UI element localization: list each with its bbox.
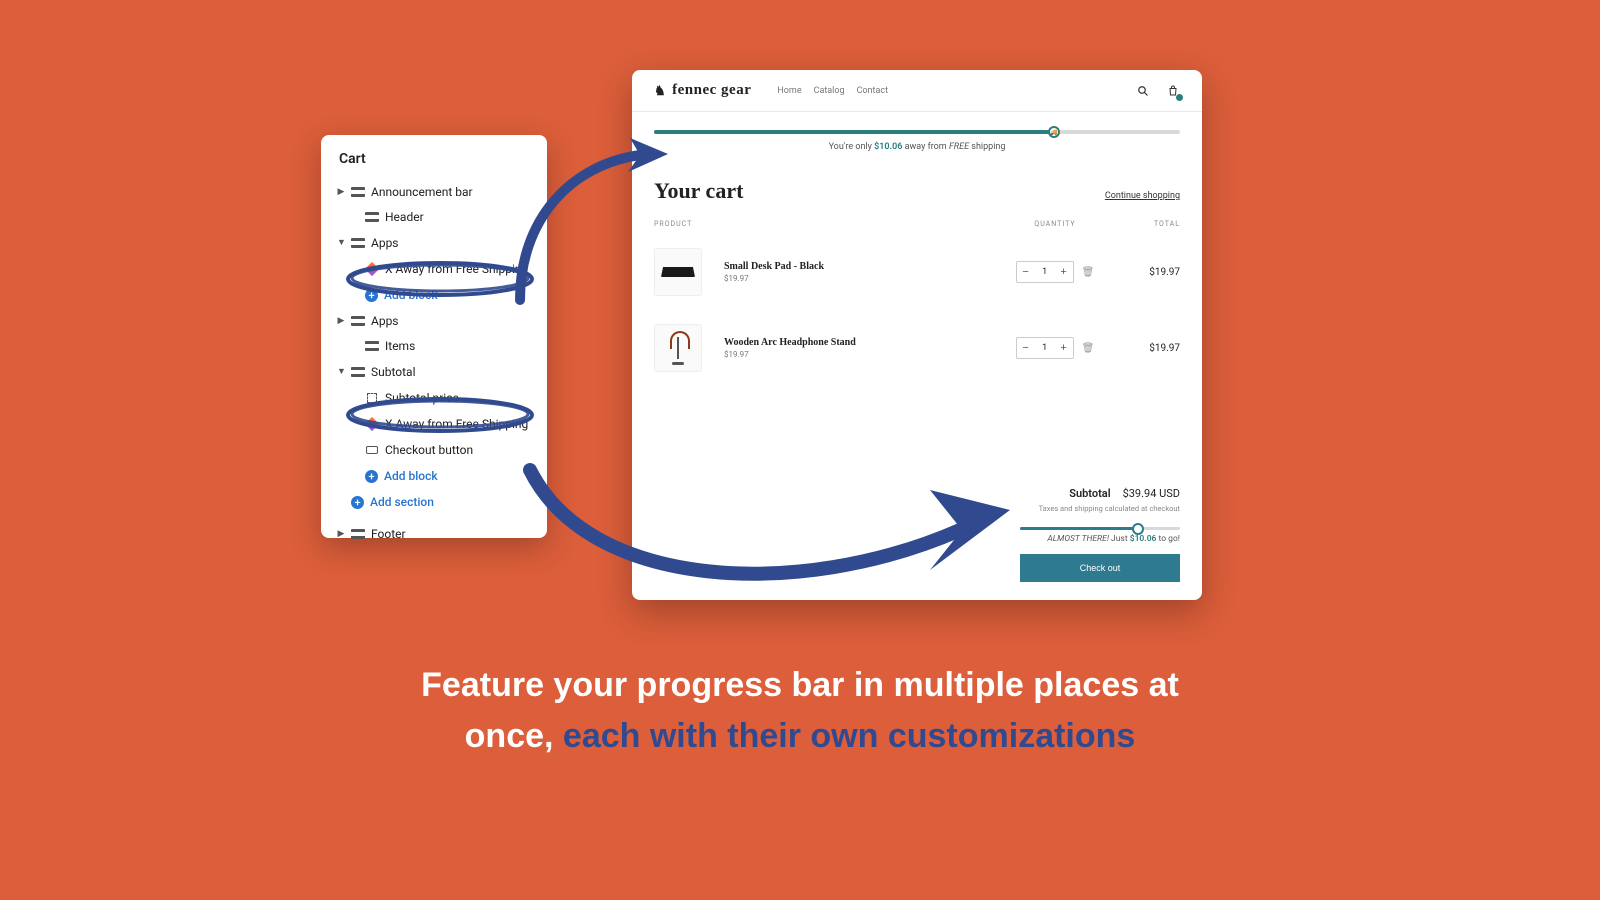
caret-right-icon: ▶ (337, 525, 345, 543)
nav-home[interactable]: Home (777, 86, 801, 96)
section-icon (351, 366, 365, 378)
progress-bar-top: 🚚 You're only $10.06 away from FREE ship… (632, 112, 1202, 162)
caret-right-icon: ▶ (337, 183, 345, 201)
remove-line-icon[interactable]: 🗑 (1082, 267, 1095, 278)
product-unit-price: $19.97 (724, 350, 990, 359)
store-brand[interactable]: ♞ fennec gear (654, 82, 751, 99)
outline-footer[interactable]: ▶ Footer (335, 521, 533, 547)
product-thumbnail[interactable] (654, 324, 702, 372)
quantity-stepper[interactable]: − 1 + (1016, 261, 1074, 283)
store-header: ♞ fennec gear Home Catalog Contact (632, 70, 1202, 112)
section-icon (351, 315, 365, 327)
qty-value: 1 (1035, 343, 1055, 353)
progress-text-bottom: ALMOST THERE! Just $10.06 to go! (654, 534, 1180, 544)
section-icon (351, 237, 365, 249)
search-icon[interactable] (1136, 84, 1150, 98)
tax-note: Taxes and shipping calculated at checkou… (654, 504, 1180, 513)
line-total: $19.97 (1120, 343, 1180, 354)
qty-value: 1 (1035, 267, 1055, 277)
remove-line-icon[interactable]: 🗑 (1082, 343, 1095, 354)
subtotal-label: Subtotal (1069, 487, 1110, 500)
col-total: TOTAL (1120, 220, 1180, 228)
caret-down-icon: ▼ (337, 363, 345, 381)
add-block-label: Add block (384, 467, 438, 485)
section-icon (365, 340, 379, 352)
progress-knob-icon: 🚚 (1048, 126, 1060, 138)
quantity-stepper[interactable]: − 1 + (1016, 337, 1074, 359)
outline-subtotal[interactable]: ▼ Subtotal (335, 359, 533, 385)
outline-apps[interactable]: ▼ Apps (335, 230, 533, 256)
progress-text-top: You're only $10.06 away from FREE shippi… (654, 142, 1180, 152)
outline-checkout-button[interactable]: Checkout button (335, 437, 533, 463)
qty-minus-button[interactable]: − (1017, 338, 1035, 358)
outline-label: Header (385, 208, 424, 226)
button-block-icon (365, 444, 379, 456)
app-block-icon (365, 263, 379, 275)
outline-announcement-bar[interactable]: ▶ Announcement bar (335, 179, 533, 205)
col-quantity: QUANTITY (1000, 220, 1110, 228)
brand-name: fennec gear (672, 82, 751, 99)
outline-label: Items (385, 337, 415, 355)
continue-shopping-link[interactable]: Continue shopping (1105, 191, 1180, 201)
add-block-label: Add block (384, 286, 438, 304)
theme-editor-panel: Cart ▶ Announcement bar Header ▼ Apps X … (321, 135, 547, 538)
progress-knob-icon (1132, 523, 1144, 535)
editor-title: Cart (335, 151, 533, 167)
add-block-2[interactable]: + Add block (335, 463, 533, 489)
nav-catalog[interactable]: Catalog (814, 86, 845, 96)
qty-plus-button[interactable]: + (1055, 262, 1073, 282)
progress-bar-bottom (1020, 527, 1180, 530)
nav-contact[interactable]: Contact (857, 86, 888, 96)
subtotal-value: $39.94 USD (1123, 487, 1180, 500)
section-icon (365, 211, 379, 223)
product-name[interactable]: Wooden Arc Headphone Stand (724, 337, 990, 348)
caret-down-icon: ▼ (337, 234, 345, 252)
col-product: PRODUCT (654, 220, 990, 228)
price-block-icon (365, 392, 379, 404)
outline-header[interactable]: Header (335, 204, 533, 230)
add-block-1[interactable]: + Add block (335, 282, 533, 308)
outline-apps-2[interactable]: ▶ Apps (335, 308, 533, 334)
marketing-caption: Feature your progress bar in multiple pl… (0, 660, 1600, 762)
outline-xaway-block-1[interactable]: X Away from Free Shipping (335, 256, 533, 282)
cart-icon[interactable] (1166, 84, 1180, 98)
section-icon (351, 528, 365, 540)
outline-xaway-block-2[interactable]: X Away from Free Shipping (335, 411, 533, 437)
cart-badge (1176, 94, 1183, 101)
product-thumbnail[interactable] (654, 248, 702, 296)
caret-right-icon: ▶ (337, 312, 345, 330)
product-unit-price: $19.97 (724, 274, 990, 283)
qty-minus-button[interactable]: − (1017, 262, 1035, 282)
outline-label: Subtotal (371, 363, 416, 381)
cart-column-headers: PRODUCT QUANTITY TOTAL (654, 214, 1180, 234)
outline-label: Announcement bar (371, 183, 473, 201)
add-section-label: Add section (370, 493, 434, 511)
app-block-icon (365, 418, 379, 430)
product-name[interactable]: Small Desk Pad - Black (724, 261, 990, 272)
checkout-button[interactable]: Check out (1020, 554, 1180, 582)
section-icon (351, 186, 365, 198)
outline-label: Footer (371, 525, 406, 543)
outline-label: Checkout button (385, 441, 473, 459)
brand-logo-icon: ♞ (654, 83, 666, 99)
outline-label: Subtotal price (385, 389, 459, 407)
outline-items[interactable]: Items (335, 333, 533, 359)
cart-title: Your cart (654, 178, 743, 204)
plus-circle-icon: + (365, 470, 378, 483)
line-total: $19.97 (1120, 267, 1180, 278)
add-section[interactable]: + Add section (335, 489, 533, 515)
outline-subtotal-price[interactable]: Subtotal price (335, 385, 533, 411)
cart-summary: Subtotal $39.94 USD Taxes and shipping c… (632, 467, 1202, 600)
qty-plus-button[interactable]: + (1055, 338, 1073, 358)
outline-label: Apps (371, 234, 399, 252)
outline-label: X Away from Free Shipping (385, 415, 528, 433)
outline-label: Apps (371, 312, 399, 330)
storefront-preview: ♞ fennec gear Home Catalog Contact 🚚 You… (632, 70, 1202, 600)
cart-line-item: Wooden Arc Headphone Stand $19.97 − 1 + … (654, 310, 1180, 386)
plus-circle-icon: + (351, 496, 364, 509)
outline-label: X Away from Free Shipping (385, 260, 528, 278)
plus-circle-icon: + (365, 289, 378, 302)
cart-line-item: Small Desk Pad - Black $19.97 − 1 + 🗑 $1… (654, 234, 1180, 310)
